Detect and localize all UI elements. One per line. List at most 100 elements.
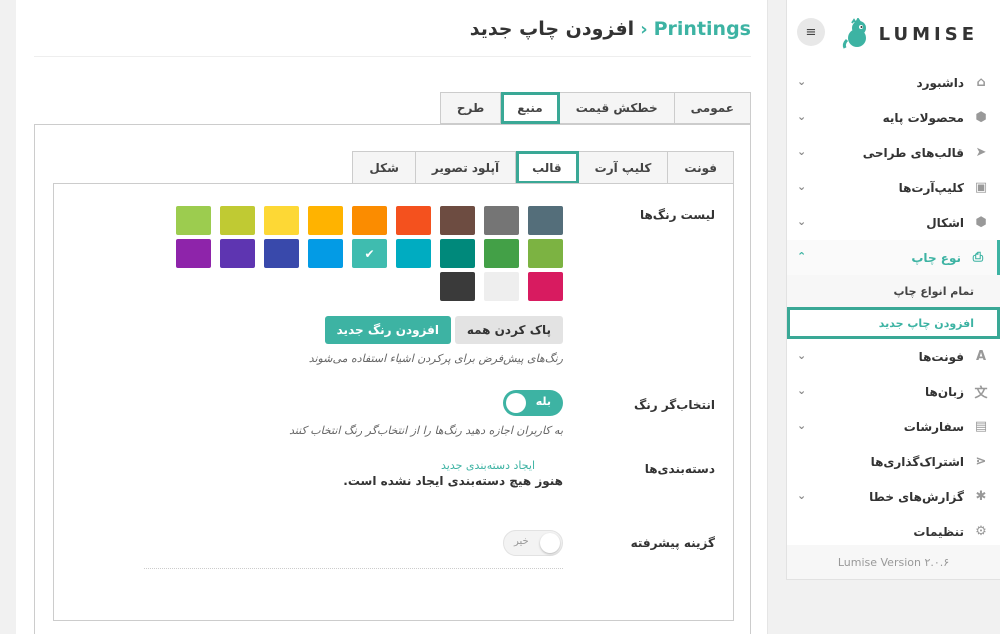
sidebar-item-cliparts[interactable]: ▣ کلیپ‌آرت‌ها ⌄ xyxy=(787,170,1000,205)
advanced-option-toggle[interactable]: خیر xyxy=(503,530,563,556)
sidebar-item-label: اشتراک‌گذاری‌ها xyxy=(870,454,964,469)
sidebar-item-label: نوع چاپ xyxy=(911,250,961,265)
color-swatch[interactable] xyxy=(528,239,563,268)
create-category-link[interactable]: ایجاد دسته‌بندی جدید xyxy=(441,459,535,472)
cube-icon: ⬢ xyxy=(975,110,987,125)
home-icon: ⌂ xyxy=(976,75,986,90)
toggle-label: خیر xyxy=(514,536,529,547)
color-picker-toggle[interactable]: بله xyxy=(503,390,563,416)
tab-font[interactable]: فونت xyxy=(668,151,734,184)
sidebar-item-settings[interactable]: ⚙ تنظیمات xyxy=(787,514,1000,549)
divider xyxy=(34,56,751,57)
language-icon: 文 xyxy=(974,386,988,401)
tab-clipart[interactable]: کلیپ آرت xyxy=(578,151,669,184)
menu-toggle-icon[interactable]: ≡ xyxy=(797,18,825,46)
chevron-down-icon: ⌄ xyxy=(797,110,807,123)
sidebar-item-bug-reports[interactable]: ✱ گزارش‌های خطا ⌄ xyxy=(787,479,1000,514)
sidebar-subitem-add-print[interactable]: افزودن چاپ جدید xyxy=(787,307,1000,339)
categories-empty-text: هنوز هیچ دسته‌بندی ایجاد نشده است. xyxy=(343,474,563,488)
clear-all-button[interactable]: پاک کردن همه xyxy=(454,316,563,344)
chevron-up-icon: ⌃ xyxy=(797,250,807,263)
sidebar-subitem-all-prints[interactable]: تمام انواع چاپ xyxy=(787,275,1000,307)
color-swatch[interactable] xyxy=(440,206,475,235)
logo-text: LUMISE xyxy=(878,23,978,45)
color-swatch[interactable] xyxy=(484,206,519,235)
sidebar-item-dashboard[interactable]: ⌂ داشبورد ⌄ xyxy=(787,65,1000,100)
color-swatch[interactable] xyxy=(308,239,343,268)
sidebar-nav: ⌂ داشبورد ⌄ ⬢ محصولات پایه ⌄ ➤ قالب‌های … xyxy=(787,65,1000,549)
chevron-down-icon: ⌄ xyxy=(797,145,807,158)
color-swatch[interactable] xyxy=(308,206,343,235)
toggle-knob xyxy=(540,533,560,553)
chevron-down-icon: ⌄ xyxy=(797,489,807,502)
sidebar-item-design-templates[interactable]: ➤ قالب‌های طراحی ⌄ xyxy=(787,135,1000,170)
breadcrumb-printings[interactable]: Printings xyxy=(654,18,751,40)
color-swatch[interactable] xyxy=(352,206,387,235)
color-swatch[interactable] xyxy=(440,272,475,301)
cube-icon: ⬢ xyxy=(975,215,987,230)
color-swatch[interactable] xyxy=(440,239,475,268)
paper-plane-icon: ➤ xyxy=(975,145,987,160)
sidebar: ≡ LUMISE ⌂ داشبورد ⌄ ⬢ محصولات پایه ⌄ ➤ … xyxy=(786,0,1000,580)
sidebar-item-orders[interactable]: ▤ سفارشات ⌄ xyxy=(787,409,1000,444)
sidebar-item-shapes[interactable]: ⬢ اشکال ⌄ xyxy=(787,205,1000,240)
color-swatch[interactable] xyxy=(264,206,299,235)
color-swatch[interactable] xyxy=(176,239,211,268)
sidebar-item-base-products[interactable]: ⬢ محصولات پایه ⌄ xyxy=(787,100,1000,135)
source-tabs: فونت کلیپ آرت قالب آپلود تصویر شکل xyxy=(352,151,734,184)
check-icon: ✔ xyxy=(364,246,375,261)
color-swatch[interactable] xyxy=(396,206,431,235)
tab-price-ruler[interactable]: خطکش قیمت xyxy=(559,92,675,124)
page-title: افزودن چاپ جدید xyxy=(469,18,635,40)
chevron-down-icon: ⌄ xyxy=(797,384,807,397)
color-swatch[interactable] xyxy=(528,206,563,235)
color-swatches: ✔ xyxy=(173,206,563,306)
sidebar-item-label: فونت‌ها xyxy=(918,349,964,364)
share-icon: ⋖ xyxy=(975,454,987,469)
categories-label: دسته‌بندی‌ها xyxy=(644,462,715,476)
chevron-down-icon: ⌄ xyxy=(797,180,807,193)
add-color-button[interactable]: افزودن رنگ جدید xyxy=(324,316,451,344)
tab-general[interactable]: عمومی xyxy=(674,92,751,124)
image-icon: ▣ xyxy=(974,180,988,195)
color-swatch[interactable] xyxy=(176,206,211,235)
sidebar-item-fonts[interactable]: A فونت‌ها ⌄ xyxy=(787,339,1000,374)
color-swatch[interactable] xyxy=(220,239,255,268)
colors-help-text: رنگ‌های پیش‌فرض برای پرکردن اشیاء استفاد… xyxy=(308,352,563,365)
tab-upload-image[interactable]: آپلود تصویر xyxy=(415,151,517,184)
sidebar-item-label: قالب‌های طراحی xyxy=(862,145,964,160)
tab-template[interactable]: قالب xyxy=(516,151,579,184)
color-swatch[interactable] xyxy=(264,239,299,268)
sidebar-item-label: تنظیمات xyxy=(913,524,964,539)
sidebar-item-label: گزارش‌های خطا xyxy=(869,489,964,504)
divider xyxy=(144,568,563,569)
tab-design[interactable]: طرح xyxy=(439,92,502,124)
sidebar-item-label: زبان‌ها xyxy=(925,384,964,399)
chevron-down-icon: ⌄ xyxy=(797,75,807,88)
sidebar-item-languages[interactable]: 文 زبان‌ها ⌄ xyxy=(787,374,1000,409)
color-swatch[interactable] xyxy=(528,272,563,301)
sidebar-item-label: سفارشات xyxy=(903,419,964,434)
tab-shape[interactable]: شکل xyxy=(352,151,416,184)
color-swatch[interactable] xyxy=(484,239,519,268)
color-picker-label: انتخاب‌گر رنگ xyxy=(633,398,715,412)
tab-source[interactable]: منبع xyxy=(501,92,560,124)
page-header: Printings ‹ افزودن چاپ جدید xyxy=(470,18,751,40)
version-text: Lumise Version ۲.۰.۶ xyxy=(787,545,1000,579)
font-icon: A xyxy=(975,349,987,364)
sidebar-item-label: کلیپ‌آرت‌ها xyxy=(898,180,964,195)
chevron-down-icon: ⌄ xyxy=(797,349,807,362)
color-swatch[interactable] xyxy=(484,272,519,301)
sidebar-item-shares[interactable]: ⋖ اشتراک‌گذاری‌ها xyxy=(787,444,1000,479)
source-panel: فونت کلیپ آرت قالب آپلود تصویر شکل لیست … xyxy=(34,124,751,634)
sidebar-item-print-types[interactable]: ⎙ نوع چاپ ⌃ xyxy=(787,240,1000,275)
color-swatch[interactable]: ✔ xyxy=(352,239,387,268)
logo[interactable]: LUMISE xyxy=(841,18,978,50)
color-swatch[interactable] xyxy=(220,206,255,235)
main-panel: Printings ‹ افزودن چاپ جدید عمومی خطکش ق… xyxy=(16,0,768,634)
color-swatch[interactable] xyxy=(396,239,431,268)
bug-icon: ✱ xyxy=(975,489,987,504)
toggle-knob xyxy=(506,393,526,413)
printer-icon: ⎙ xyxy=(972,250,984,265)
gear-icon: ⚙ xyxy=(975,524,987,539)
